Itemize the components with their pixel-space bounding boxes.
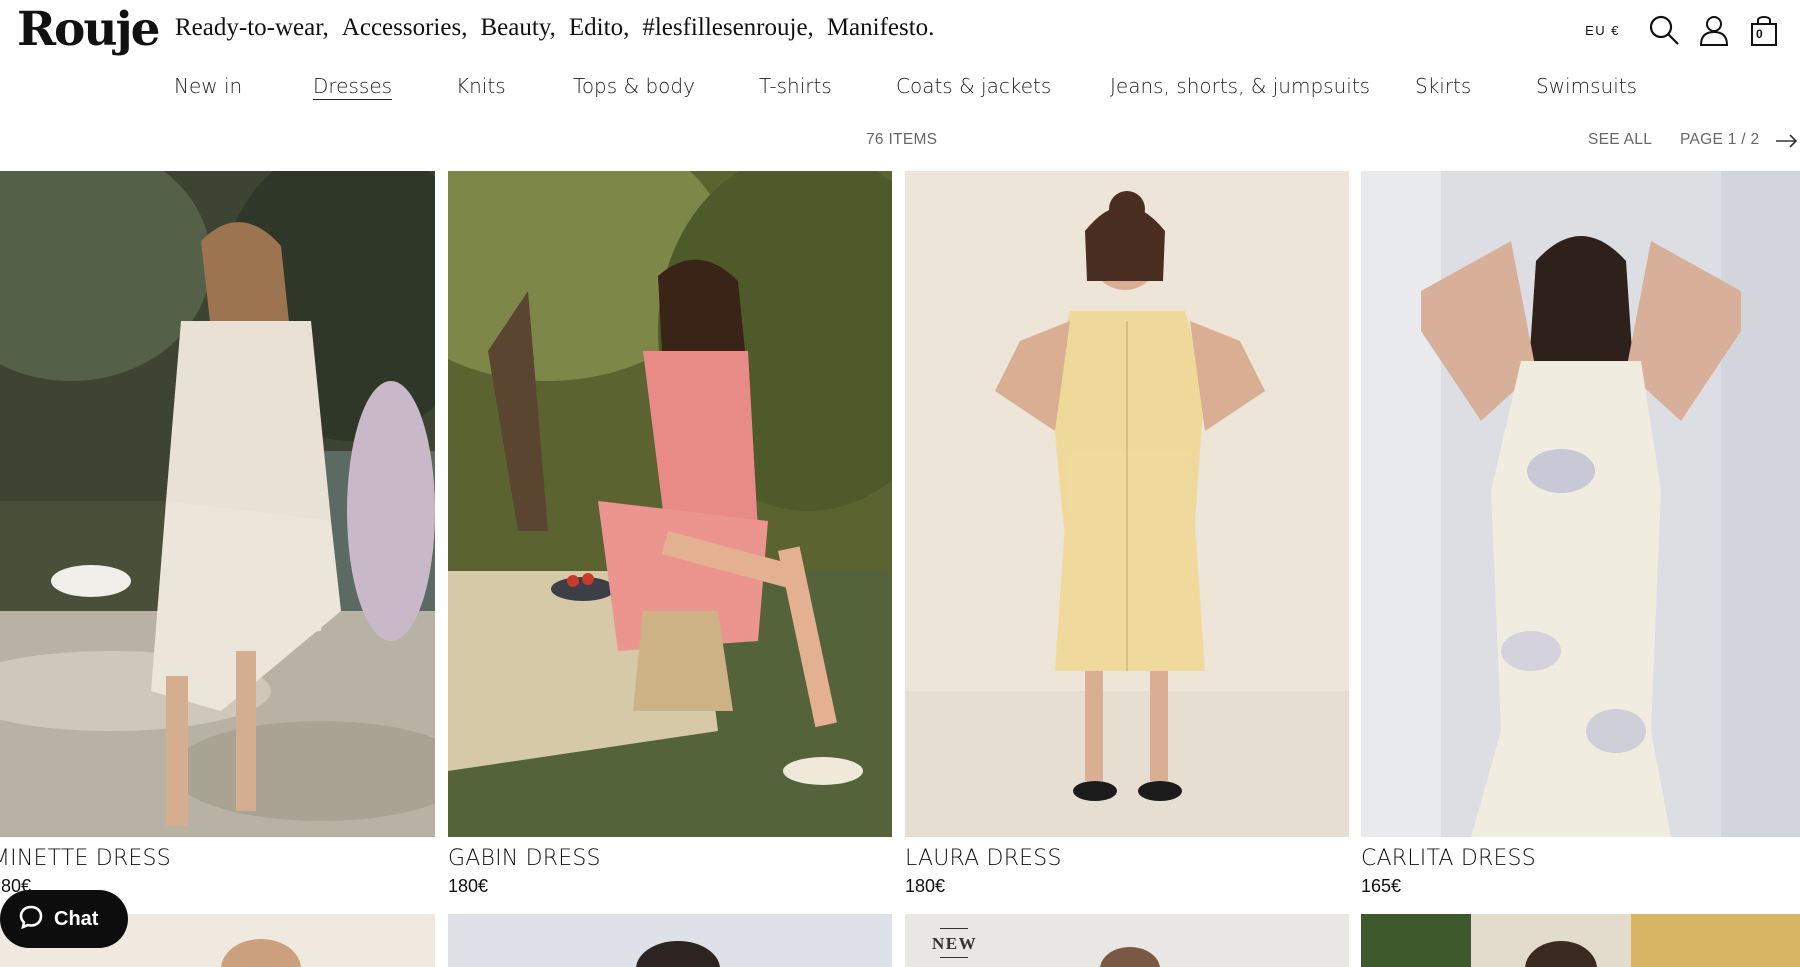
product-name-gabin[interactable]: GABIN DRESS [448,846,601,871]
nav-lesfillesenrouje[interactable]: #lesfillesenrouje, [642,14,813,42]
category-new-in[interactable]: New in [174,74,242,98]
product-price-carlita: 165€ [1361,876,1402,896]
product-image [905,171,1349,837]
product-card-row2-2[interactable] [448,914,892,967]
product-image [0,171,435,837]
nav-ready-to-wear[interactable]: Ready-to-wear, [175,14,329,42]
nav-beauty[interactable]: Beauty, [480,14,555,42]
product-image [1361,914,1800,967]
see-all-link[interactable]: SEE ALL [1588,131,1652,149]
category-swimsuits[interactable]: Swimsuits [1536,74,1637,98]
header-tools: EU € 0 [1585,12,1782,48]
product-price-gabin: 180€ [448,876,489,896]
product-name-laura[interactable]: LAURA DRESS [905,846,1062,871]
chat-button[interactable]: Chat [0,890,128,948]
account-icon[interactable] [1696,12,1732,48]
site-header: Rouje Ready-to-wear, Accessories, Beauty… [0,0,1800,60]
product-image [1361,171,1800,837]
brand-logo[interactable]: Rouje [17,2,160,58]
category-skirts[interactable]: Skirts [1415,74,1471,98]
product-card-gabin[interactable] [448,171,892,837]
category-knits[interactable]: Knits [456,74,506,98]
product-image [448,914,892,967]
product-price-laura: 180€ [905,876,946,896]
chat-bubble-icon [18,904,44,935]
page-indicator: PAGE 1 / 2 [1680,131,1760,148]
new-badge: NEW [932,934,978,953]
product-name-carlita[interactable]: CARLITA DRESS [1361,846,1536,871]
product-name-minette[interactable]: MINETTE DRESS [0,846,171,871]
product-card-minette[interactable] [0,171,435,837]
product-card-carlita[interactable] [1361,171,1800,837]
arrow-right-icon[interactable] [1776,134,1798,153]
cart-icon[interactable]: 0 [1746,12,1782,48]
category-nav: New in Dresses Knits Tops & body T-shirt… [0,74,1800,108]
nav-accessories[interactable]: Accessories, [342,14,468,42]
product-card-laura[interactable] [905,171,1349,837]
category-coats-jackets[interactable]: Coats & jackets [896,74,1051,98]
category-dresses[interactable]: Dresses [313,74,392,98]
category-jeans-shorts-jumpsuits[interactable]: Jeans, shorts, & jumpsuits [1110,74,1370,98]
nav-manifesto[interactable]: Manifesto. [827,14,935,42]
search-icon[interactable] [1646,12,1682,48]
cart-count: 0 [1756,27,1763,41]
currency-selector[interactable]: EU € [1585,23,1620,38]
product-card-row2-4[interactable] [1361,914,1800,967]
chat-label: Chat [54,907,99,930]
items-count: 76 ITEMS [866,131,938,148]
new-badge-rule-bottom [940,957,968,958]
new-badge-rule-top [940,928,968,929]
product-image [448,171,892,837]
main-nav: Ready-to-wear, Accessories, Beauty, Edit… [175,14,934,42]
category-t-shirts[interactable]: T-shirts [759,74,832,98]
nav-edito[interactable]: Edito, [569,14,629,42]
category-tops-body[interactable]: Tops & body [573,74,695,98]
